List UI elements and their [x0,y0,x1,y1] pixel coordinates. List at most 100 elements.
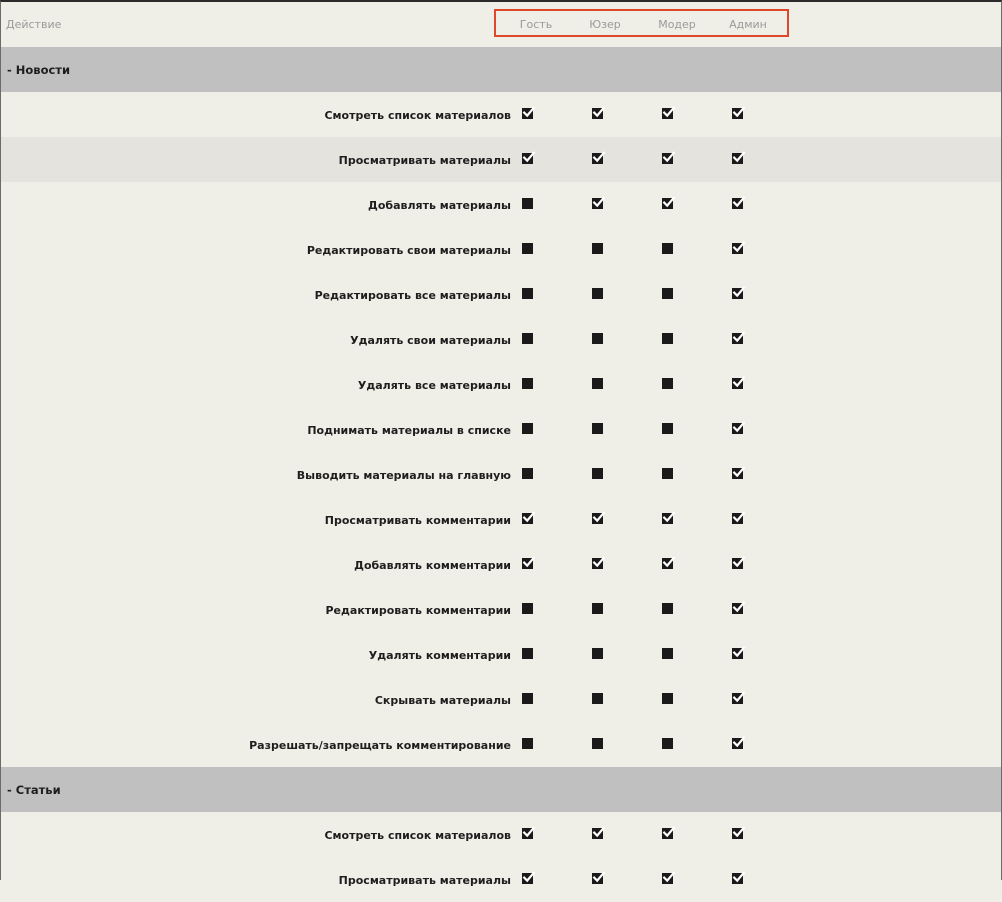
checkbox-admin[interactable] [732,151,746,164]
permission-label: Удалять все материалы [357,379,511,392]
checkbox-user[interactable] [592,333,603,344]
checkbox-admin[interactable] [732,106,746,119]
checkmark-icon [522,106,536,118]
checkbox-admin[interactable] [732,421,746,434]
checkmark-icon [732,826,746,838]
section-header[interactable]: - Статьи [1,767,1001,812]
permission-row: Поднимать материалы в списке [1,407,1001,452]
role-label-user: Юзер [589,18,621,31]
checkmark-icon [592,151,606,163]
checkbox-moder[interactable] [662,196,676,209]
checkbox-moder[interactable] [662,511,676,524]
checkbox-moder[interactable] [662,738,673,749]
checkbox-moder[interactable] [662,693,673,704]
checkbox-guest[interactable] [522,106,536,119]
checkbox-admin[interactable] [732,466,746,479]
checkbox-guest[interactable] [522,738,533,749]
checkbox-moder[interactable] [662,288,673,299]
checkbox-moder[interactable] [662,243,673,254]
checkbox-moder[interactable] [662,468,673,479]
checkbox-user[interactable] [592,288,603,299]
checkbox-moder[interactable] [662,871,676,884]
permission-row: Скрывать материалы [1,677,1001,722]
checkmark-icon [522,871,536,883]
permission-row: Удалять все материалы [1,362,1001,407]
checkbox-user[interactable] [592,826,606,839]
checkbox-moder[interactable] [662,151,676,164]
checkbox-moder[interactable] [662,106,676,119]
permissions-table: - Новости Смотреть список материалов Просм… [1,47,1001,902]
permission-label: Скрывать материалы [374,694,511,707]
checkbox-admin[interactable] [732,241,746,254]
checkbox-guest[interactable] [522,151,536,164]
checkbox-user[interactable] [592,556,606,569]
checkbox-admin[interactable] [732,736,746,749]
checkmark-icon [732,871,746,883]
checkbox-moder[interactable] [662,333,673,344]
checkbox-moder[interactable] [662,378,673,389]
permission-label: Просматривать материалы [338,874,511,887]
checkmark-icon [732,196,746,208]
permission-row: Добавлять материалы [1,182,1001,227]
permission-label: Редактировать все материалы [314,289,511,302]
checkbox-admin[interactable] [732,646,746,659]
checkbox-guest[interactable] [522,333,533,344]
checkmark-icon [732,601,746,613]
checkbox-admin[interactable] [732,511,746,524]
checkbox-admin[interactable] [732,196,746,209]
checkbox-admin[interactable] [732,331,746,344]
checkbox-guest[interactable] [522,648,533,659]
checkbox-user[interactable] [592,648,603,659]
section-header[interactable]: - Новости [1,47,1001,92]
checkbox-moder[interactable] [662,648,673,659]
checkbox-guest[interactable] [522,871,536,884]
checkmark-icon [732,466,746,478]
checkbox-user[interactable] [592,871,606,884]
checkbox-admin[interactable] [732,601,746,614]
checkbox-guest[interactable] [522,511,536,524]
checkbox-user[interactable] [592,468,603,479]
permission-row: Выводить материалы на главную [1,452,1001,497]
checkbox-moder[interactable] [662,826,676,839]
checkmark-icon [732,646,746,658]
checkbox-moder[interactable] [662,556,676,569]
checkbox-moder[interactable] [662,603,673,614]
checkbox-user[interactable] [592,738,603,749]
checkbox-moder[interactable] [662,423,673,434]
checkbox-admin[interactable] [732,871,746,884]
checkbox-user[interactable] [592,378,603,389]
checkmark-icon [732,556,746,568]
checkmark-icon [592,106,606,118]
checkbox-user[interactable] [592,151,606,164]
checkbox-admin[interactable] [732,826,746,839]
permission-row: Удалять комментарии [1,632,1001,677]
checkbox-admin[interactable] [732,691,746,704]
checkbox-user[interactable] [592,423,603,434]
checkbox-user[interactable] [592,243,603,254]
checkbox-guest[interactable] [522,603,533,614]
checkbox-user[interactable] [592,693,603,704]
checkbox-user[interactable] [592,603,603,614]
checkbox-guest[interactable] [522,378,533,389]
checkbox-guest[interactable] [522,198,533,209]
checkbox-user[interactable] [592,511,606,524]
checkbox-admin[interactable] [732,286,746,299]
permission-label: Смотреть список материалов [324,829,511,842]
checkbox-user[interactable] [592,196,606,209]
permission-label: Удалять свои материалы [350,334,511,347]
permission-label: Редактировать комментарии [325,604,511,617]
checkbox-user[interactable] [592,106,606,119]
checkbox-guest[interactable] [522,468,533,479]
checkbox-admin[interactable] [732,556,746,569]
checkmark-icon [732,376,746,388]
checkmark-icon [732,691,746,703]
checkmark-icon [662,196,676,208]
checkbox-guest[interactable] [522,826,536,839]
checkbox-guest[interactable] [522,556,536,569]
checkmark-icon [522,826,536,838]
checkbox-guest[interactable] [522,423,533,434]
checkbox-admin[interactable] [732,376,746,389]
checkbox-guest[interactable] [522,288,533,299]
checkbox-guest[interactable] [522,243,533,254]
checkbox-guest[interactable] [522,693,533,704]
